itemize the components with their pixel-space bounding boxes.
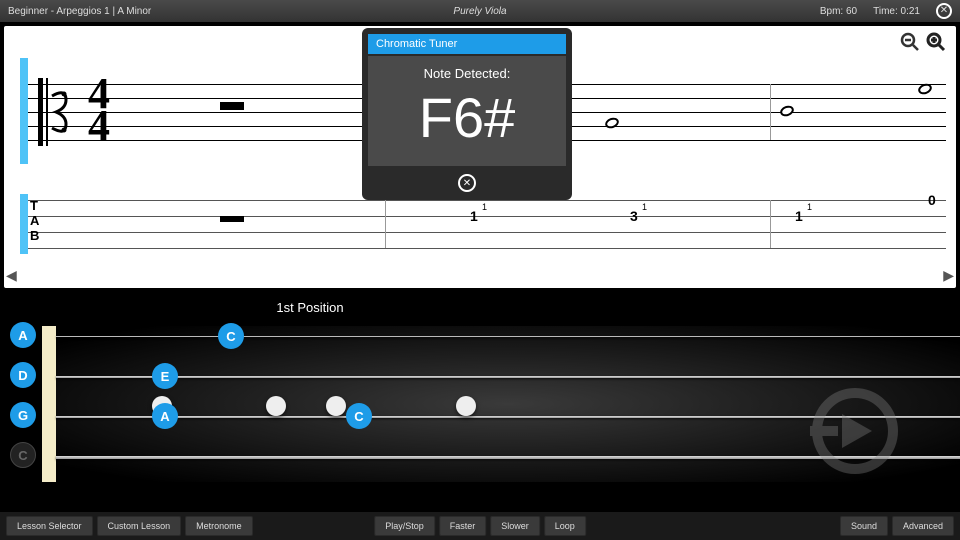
zoom-out-button[interactable] — [900, 32, 920, 52]
advanced-button[interactable]: Advanced — [892, 516, 954, 536]
bpm-label: Bpm: 60 — [820, 6, 857, 17]
time-label: Time: 0:21 — [873, 6, 920, 17]
tab-finger: 1 — [807, 202, 812, 212]
playhead-tab — [20, 194, 28, 254]
position-label: 1st Position — [150, 300, 470, 315]
strings-area: C EA C — [56, 326, 960, 482]
custom_lesson-button[interactable]: Custom Lesson — [97, 516, 182, 536]
tab-rest — [220, 216, 244, 222]
barline — [770, 84, 771, 140]
fretboard-nut — [42, 326, 56, 482]
tab-label: T A B — [30, 198, 39, 243]
alto-clef-icon — [38, 78, 80, 150]
barline — [385, 200, 386, 248]
prev-page-button[interactable]: ◀ — [6, 267, 17, 284]
lesson-title: Beginner - Arpeggios 1 | A Minor — [8, 6, 151, 17]
tab-finger: 1 — [482, 202, 487, 212]
tuner-close-button[interactable]: ✕ — [458, 174, 476, 192]
open-string-a[interactable]: A — [10, 322, 36, 348]
bottom-toolbar: Lesson SelectorCustom LessonMetronome Pl… — [0, 512, 960, 540]
tab-finger: 1 — [642, 202, 647, 212]
fretboard: 1st Position ADGC CEAC — [0, 290, 960, 500]
string-d — [56, 376, 960, 378]
open-string-c[interactable]: C — [10, 442, 36, 468]
tab-number: 1 — [795, 208, 803, 224]
lesson_selector-button[interactable]: Lesson Selector — [6, 516, 93, 536]
whole-rest — [220, 102, 244, 110]
fret-note-e[interactable]: E — [152, 363, 178, 389]
time-signature: 4 4 — [88, 78, 110, 142]
open-string-d[interactable]: D — [10, 362, 36, 388]
app-brand: Purely Viola — [453, 6, 506, 17]
loop-button[interactable]: Loop — [544, 516, 586, 536]
play-arrow-icon[interactable] — [810, 386, 900, 476]
fret-marker — [326, 396, 346, 416]
fret-marker — [266, 396, 286, 416]
zoom-in-button[interactable] — [926, 32, 946, 52]
top-bar: Beginner - Arpeggios 1 | A Minor Purely … — [0, 0, 960, 22]
fret-marker — [456, 396, 476, 416]
faster-button[interactable]: Faster — [439, 516, 487, 536]
tuner-note-value: F6# — [368, 85, 566, 150]
close-button[interactable]: ✕ — [936, 3, 952, 19]
tab-number: 0 — [928, 192, 936, 208]
tuner-detected-label: Note Detected: — [368, 66, 566, 81]
open-string-g[interactable]: G — [10, 402, 36, 428]
tuner-panel: Chromatic Tuner Note Detected: F6# ✕ — [362, 28, 572, 200]
tab-number: 1 — [470, 208, 478, 224]
play_stop-button[interactable]: Play/Stop — [374, 516, 435, 536]
next-page-button[interactable]: ▶ — [943, 267, 954, 284]
playhead-staff — [20, 58, 28, 164]
zoom-out-icon — [900, 32, 920, 52]
sound-button[interactable]: Sound — [840, 516, 888, 536]
tab-number: 3 — [630, 208, 638, 224]
slower-button[interactable]: Slower — [490, 516, 540, 536]
tab-staff: T A B 1131110 — [20, 194, 946, 264]
zoom-in-icon — [926, 31, 946, 53]
string-a — [56, 336, 960, 337]
fret-note-c[interactable]: C — [218, 323, 244, 349]
barline — [770, 200, 771, 248]
fret-note-c[interactable]: C — [346, 403, 372, 429]
metronome-button[interactable]: Metronome — [185, 516, 253, 536]
tuner-header: Chromatic Tuner — [368, 34, 566, 54]
fret-note-a[interactable]: A — [152, 403, 178, 429]
